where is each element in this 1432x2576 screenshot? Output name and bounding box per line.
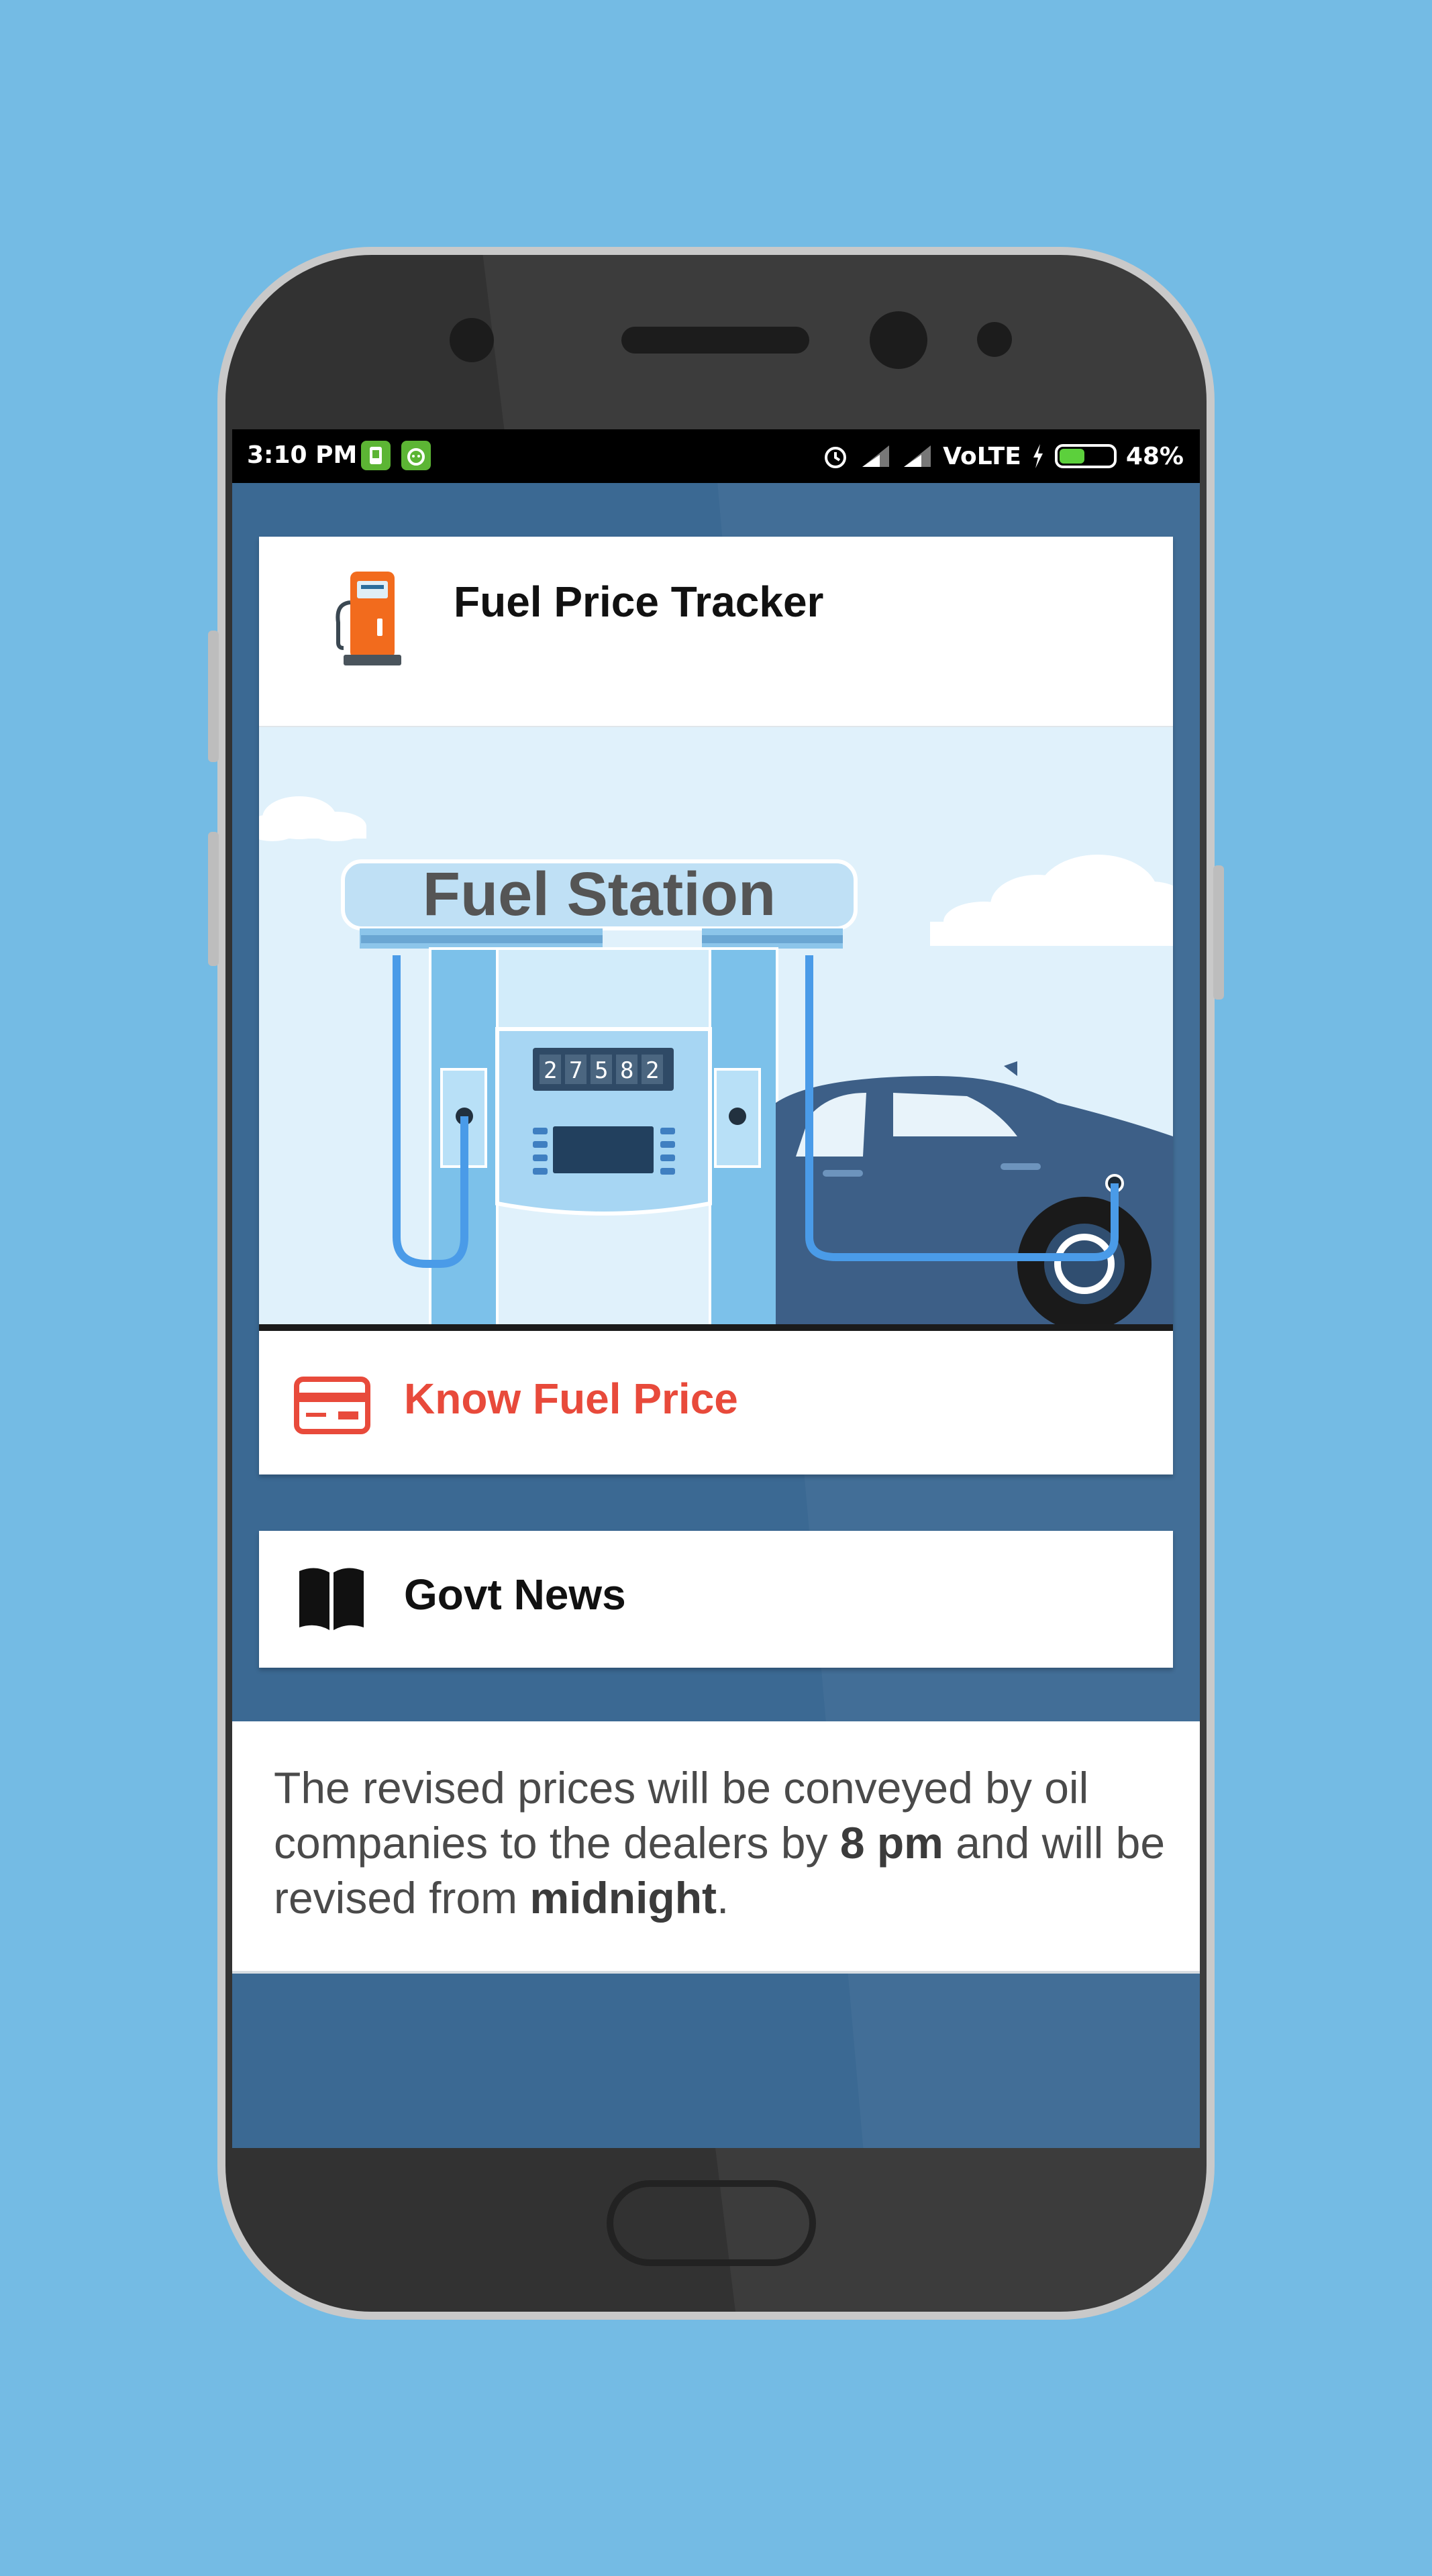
signal-icon-1 bbox=[862, 445, 890, 467]
volume-down-button bbox=[208, 832, 219, 966]
volume-up-button bbox=[208, 631, 219, 762]
svg-text:7: 7 bbox=[569, 1057, 582, 1084]
battery-percent: 48% bbox=[1125, 442, 1184, 470]
status-bar: 3:10 PM VoLTE 48% bbox=[232, 429, 1200, 483]
know-fuel-price-label: Know Fuel Price bbox=[404, 1375, 738, 1423]
app-header: Fuel Price Tracker bbox=[259, 537, 1173, 728]
station-sign-text: Fuel Station bbox=[423, 860, 776, 928]
card-icon bbox=[294, 1377, 370, 1434]
notification-icon bbox=[361, 441, 391, 470]
proximity-sensor bbox=[977, 322, 1012, 357]
charging-icon bbox=[1033, 444, 1043, 468]
network-type: VoLTE bbox=[943, 442, 1021, 470]
home-button[interactable] bbox=[607, 2180, 816, 2266]
fuel-station-illustration: Fuel Station 2 7 5 8 2 bbox=[259, 727, 1173, 1331]
tracker-card: Fuel Price Tracker Fuel Station 2 7 5 8 … bbox=[259, 537, 1173, 1474]
app-title: Fuel Price Tracker bbox=[454, 578, 824, 626]
govt-news-label: Govt News bbox=[404, 1570, 626, 1619]
svg-text:2: 2 bbox=[646, 1057, 659, 1084]
signal-icon-2 bbox=[904, 445, 931, 467]
svg-text:8: 8 bbox=[620, 1057, 633, 1084]
info-panel: The revised prices will be conveyed by o… bbox=[232, 1721, 1200, 1974]
status-time: 3:10 PM bbox=[247, 441, 358, 469]
know-fuel-price-item[interactable]: Know Fuel Price bbox=[259, 1331, 1173, 1474]
android-notification-icon bbox=[401, 441, 431, 470]
power-button bbox=[1213, 865, 1224, 1000]
front-camera bbox=[870, 311, 927, 369]
earpiece-speaker bbox=[621, 327, 809, 354]
app-screen: 3:10 PM VoLTE 48% Fuel Price Tracker Fue… bbox=[232, 429, 1200, 2148]
alarm-icon bbox=[825, 447, 847, 468]
sensor-dot bbox=[450, 318, 494, 362]
pump-meter-digits: 2 7 5 8 2 bbox=[540, 1055, 663, 1084]
govt-news-item[interactable]: Govt News bbox=[259, 1531, 1173, 1668]
fuel-pump-icon bbox=[336, 572, 401, 665]
book-icon bbox=[299, 1568, 364, 1630]
svg-text:5: 5 bbox=[595, 1057, 608, 1084]
battery-icon bbox=[1054, 444, 1117, 468]
price-revision-info: The revised prices will be conveyed by o… bbox=[274, 1763, 1166, 1923]
svg-text:2: 2 bbox=[544, 1057, 557, 1084]
